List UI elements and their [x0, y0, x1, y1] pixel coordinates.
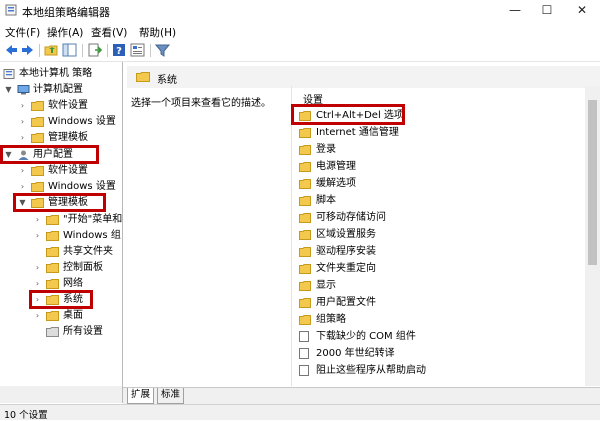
chevron-right-icon[interactable]: ›: [33, 308, 42, 324]
computer-icon: [17, 85, 30, 95]
folder-icon: [299, 213, 311, 223]
folder-icon: [299, 315, 311, 325]
settings-list-item-label: 文件夹重定向: [316, 263, 376, 274]
menu-file[interactable]: 文件(F): [5, 25, 40, 40]
filter-icon[interactable]: [155, 43, 170, 57]
back-arrow-icon[interactable]: [4, 43, 19, 57]
chevron-right-icon[interactable]: ›: [18, 98, 27, 114]
menu-bar: 文件(F) 操作(A) 查看(V) 帮助(H): [0, 23, 600, 39]
settings-list-item-label: 下载缺少的 COM 组件: [316, 331, 416, 342]
show-hide-tree-icon[interactable]: [62, 43, 77, 57]
chevron-right-icon[interactable]: ›: [18, 130, 27, 146]
toolbar-separator: [82, 44, 83, 57]
forward-arrow-icon[interactable]: [20, 43, 35, 57]
settings-list-item-label: 登录: [316, 144, 336, 155]
settings-list-item-label: 组策略: [316, 314, 346, 325]
app-icon: [5, 4, 17, 16]
settings-list-item-label: 脚本: [316, 195, 336, 206]
settings-list-item-label: Internet 通信管理: [316, 127, 399, 138]
policy-setting-icon: [299, 365, 309, 376]
tree-horizontal-scrollbar[interactable]: [0, 386, 122, 403]
folder-icon: [299, 247, 311, 257]
folder-icon: [31, 182, 44, 192]
properties-icon[interactable]: [130, 43, 145, 57]
toolbar-separator: [107, 44, 108, 57]
tab-standard[interactable]: 标准: [157, 388, 185, 404]
chevron-right-icon[interactable]: ›: [33, 228, 42, 244]
settings-list-item-label: 缓解选项: [316, 178, 356, 189]
chevron-right-icon[interactable]: ›: [18, 163, 27, 179]
scrollbar-thumb[interactable]: [588, 100, 597, 265]
folder-icon: [31, 101, 44, 111]
settings-list-item-label: 阻止这些程序从帮助启动: [316, 365, 426, 376]
svg-text:?: ?: [116, 46, 122, 57]
settings-list-item-label: 区域设置服务: [316, 229, 376, 240]
policy-setting-icon: [299, 348, 309, 359]
folder-icon: [299, 281, 311, 291]
folder-icon: [299, 196, 311, 206]
folder-icon: [31, 117, 44, 127]
settings-list-item-label: 可移动存储访问: [316, 212, 386, 223]
highlight-box: [13, 193, 106, 212]
window-title: 本地组策略编辑器: [22, 6, 110, 19]
folder-icon: [46, 247, 59, 257]
status-bar: 10 个设置: [0, 404, 600, 421]
folder-icon: [299, 162, 311, 172]
policy-setting-icon: [299, 331, 309, 342]
folder-icon: [136, 72, 150, 82]
maximize-button[interactable]: ☐: [530, 0, 564, 22]
settings-list-item-label: 2000 年世纪转译: [316, 348, 395, 359]
highlight-box: [29, 290, 93, 309]
close-button[interactable]: ✕: [565, 0, 599, 22]
folder-icon: [46, 279, 59, 289]
folder-icon: [299, 298, 311, 308]
export-list-icon[interactable]: [87, 43, 102, 57]
folder-icon: [299, 230, 311, 240]
folder-icon: [299, 145, 311, 155]
minimize-button[interactable]: —: [498, 0, 532, 22]
chevron-right-icon[interactable]: ›: [33, 260, 42, 276]
vertical-scrollbar[interactable]: [585, 86, 600, 386]
settings-folder-icon: [46, 327, 59, 337]
tree-pane: 本地计算机 策略 ▼ 计算机配置 › 软件设置 › Windows 设置 › 管…: [0, 62, 123, 403]
settings-list-item-label: 驱动程序安装: [316, 246, 376, 257]
settings-list-item-label: 电源管理: [316, 161, 356, 172]
menu-help[interactable]: 帮助(H): [139, 25, 176, 40]
up-folder-icon[interactable]: [44, 43, 59, 57]
view-tabs: 扩展 标准: [123, 387, 600, 404]
folder-icon: [31, 166, 44, 176]
folder-icon: [46, 263, 59, 273]
help-icon[interactable]: ?: [112, 43, 127, 57]
content-pane: 系统 选择一个项目来查看它的描述。 设置 Ctrl+Alt+Del 选项 Inte…: [123, 62, 600, 387]
pane-divider: [291, 86, 292, 386]
policy-icon: [3, 69, 15, 79]
folder-icon: [31, 133, 44, 143]
toolbar-separator: [39, 44, 40, 57]
folder-icon: [299, 128, 311, 138]
content-title: 系统: [157, 75, 177, 86]
toolbar: ?: [0, 40, 600, 62]
highlight-box: [0, 145, 99, 164]
settings-list-item-label: 用户配置文件: [316, 297, 376, 308]
title-bar: 本地组策略编辑器 — ☐ ✕: [0, 0, 600, 22]
chevron-right-icon[interactable]: ›: [18, 114, 27, 130]
highlight-box: [291, 104, 405, 125]
folder-icon: [299, 179, 311, 189]
folder-icon: [46, 311, 59, 321]
tab-extended[interactable]: 扩展: [127, 388, 155, 404]
chevron-right-icon[interactable]: ›: [33, 212, 42, 228]
toolbar-separator: [150, 44, 151, 57]
menu-view[interactable]: 查看(V): [91, 25, 127, 40]
folder-icon: [299, 264, 311, 274]
menu-action[interactable]: 操作(A): [47, 25, 83, 40]
content-header: 系统: [127, 66, 600, 88]
folder-icon: [46, 231, 59, 241]
description-text: 选择一个项目来查看它的描述。: [131, 98, 271, 109]
settings-list-item-label: 显示: [316, 280, 336, 291]
chevron-down-icon[interactable]: ▼: [4, 82, 13, 98]
folder-icon: [46, 215, 59, 225]
